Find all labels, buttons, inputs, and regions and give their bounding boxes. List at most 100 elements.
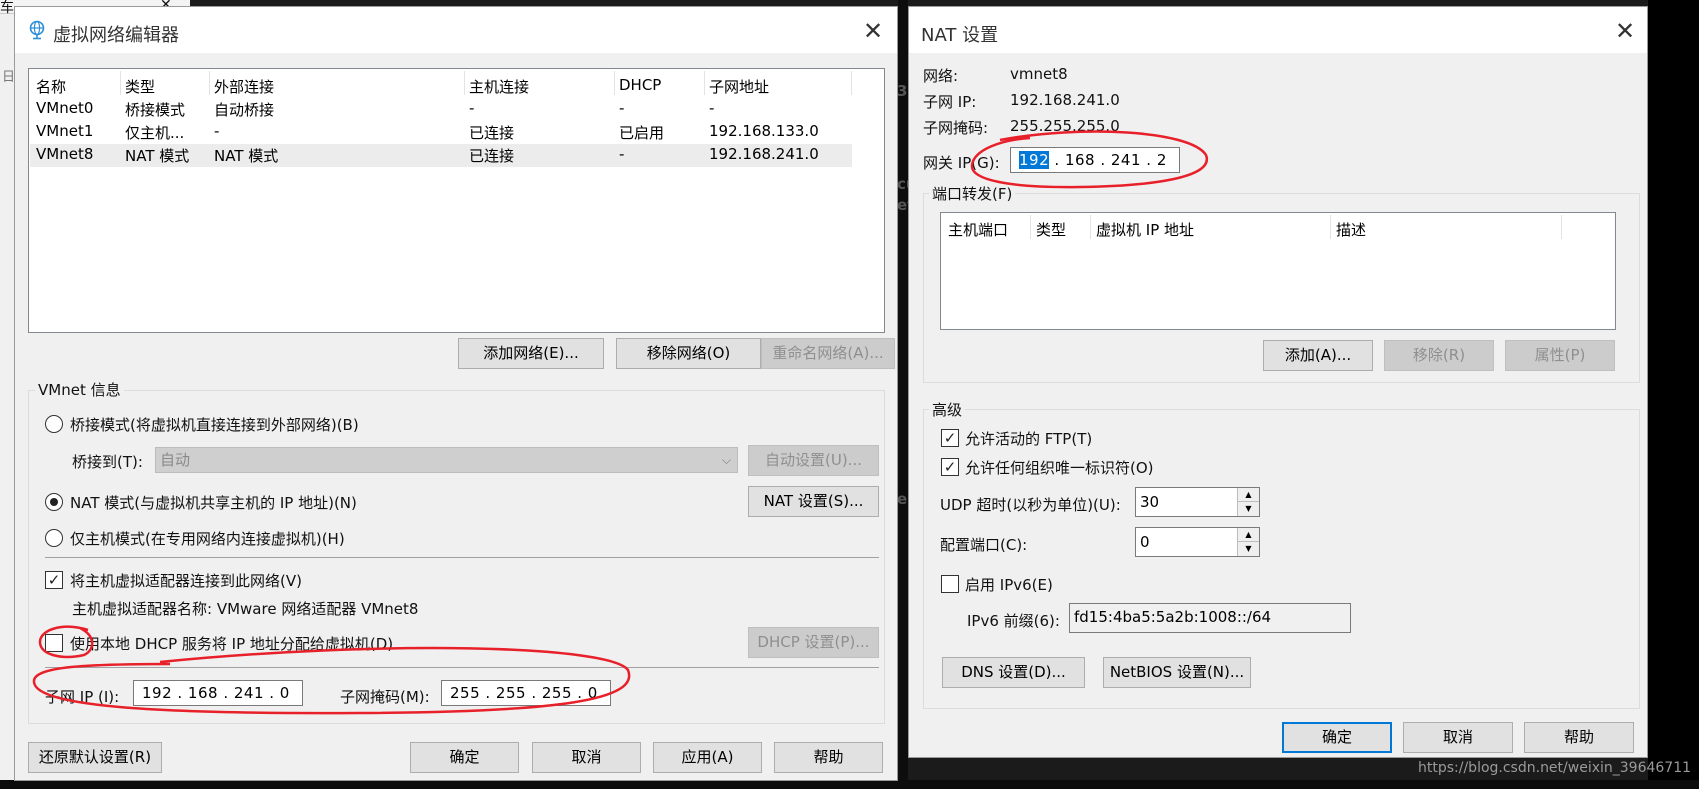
column-divider[interactable] bbox=[1561, 215, 1562, 239]
pf-column-host-port[interactable]: 主机端口 bbox=[948, 219, 1008, 240]
allow-oui-label[interactable]: 允许任何组织唯一标识符(O) bbox=[965, 457, 1154, 478]
rename-network-button[interactable]: 重命名网络(A)... bbox=[761, 338, 895, 369]
spin-down-icon[interactable]: ▼ bbox=[1238, 542, 1259, 556]
chevron-down-icon: ⌵ bbox=[721, 453, 731, 467]
cancel-button[interactable]: 取消 bbox=[532, 742, 641, 773]
pf-add-button[interactable]: 添加(A)... bbox=[1263, 340, 1373, 371]
allow-ftp-label[interactable]: 允许活动的 FTP(T) bbox=[965, 428, 1092, 449]
config-port-label: 配置端口(C): bbox=[940, 536, 1028, 554]
bridged-mode-radio[interactable] bbox=[45, 415, 63, 433]
gateway-ip-selected-octet: 192 bbox=[1019, 151, 1050, 169]
adapter-name-text: 主机虚拟适配器名称: VMware 网络适配器 VMnet8 bbox=[72, 600, 419, 618]
row-cell-dhcp: 已启用 bbox=[619, 124, 665, 142]
nat-subnet-mask-value: 255.255.255.0 bbox=[1010, 117, 1120, 135]
enable-ipv6-label[interactable]: 启用 IPv6(E) bbox=[965, 574, 1053, 595]
allow-oui-checkbox[interactable]: ✓ bbox=[941, 458, 959, 476]
nat-mode-label[interactable]: NAT 模式(与虚拟机共享主机的 IP 地址)(N) bbox=[70, 492, 357, 513]
table-row[interactable]: VMnet0 桥接模式 自动桥接 - - - bbox=[30, 98, 852, 121]
column-header-type[interactable]: 类型 bbox=[125, 76, 155, 97]
allow-ftp-checkbox[interactable]: ✓ bbox=[941, 429, 959, 447]
dhcp-settings-button[interactable]: DHCP 设置(P)... bbox=[748, 627, 879, 658]
column-header-external[interactable]: 外部连接 bbox=[214, 76, 274, 97]
column-divider[interactable] bbox=[209, 71, 210, 95]
spin-down-icon[interactable]: ▼ bbox=[1238, 502, 1259, 516]
spin-up-icon[interactable]: ▲ bbox=[1238, 488, 1259, 502]
pf-column-description[interactable]: 描述 bbox=[1336, 219, 1366, 240]
row-cell-subnet: 192.168.133.0 bbox=[709, 122, 819, 140]
host-only-radio[interactable] bbox=[45, 529, 63, 547]
apply-button[interactable]: 应用(A) bbox=[653, 742, 762, 773]
add-network-button[interactable]: 添加网络(E)... bbox=[458, 338, 604, 369]
column-divider[interactable] bbox=[1030, 215, 1031, 239]
ok-button[interactable]: 确定 bbox=[410, 742, 519, 773]
dns-settings-button[interactable]: DNS 设置(D)... bbox=[942, 657, 1085, 688]
pf-column-vm-ip[interactable]: 虚拟机 IP 地址 bbox=[1096, 219, 1194, 240]
column-divider[interactable] bbox=[1330, 215, 1331, 239]
row-cell-host: 已连接 bbox=[469, 124, 515, 142]
column-header-name[interactable]: 名称 bbox=[36, 76, 66, 97]
subnet-ip-input[interactable]: 192 . 168 . 241 . 0 bbox=[133, 680, 303, 706]
remove-network-button[interactable]: 移除网络(O) bbox=[616, 338, 761, 369]
column-divider[interactable] bbox=[614, 71, 615, 95]
row-cell-external: 自动桥接 bbox=[214, 101, 275, 119]
virtual-network-editor-dialog: 虚拟网络编辑器 ✕ 名称 类型 外部连接 主机连接 DHCP 子网地址 VMne… bbox=[14, 6, 898, 781]
column-header-subnet[interactable]: 子网地址 bbox=[709, 76, 769, 97]
row-cell-name: VMnet8 bbox=[36, 145, 94, 163]
port-forward-list[interactable]: 主机端口 类型 虚拟机 IP 地址 描述 bbox=[940, 212, 1616, 330]
host-only-label[interactable]: 仅主机模式(在专用网络内连接虚拟机)(H) bbox=[70, 528, 345, 549]
table-row-selected[interactable]: VMnet8 NAT 模式 NAT 模式 已连接 - 192.168.241.0 bbox=[30, 144, 852, 167]
udp-timeout-spinner[interactable]: 30 ▲ ▼ bbox=[1135, 487, 1260, 517]
nat-cancel-button[interactable]: 取消 bbox=[1403, 722, 1513, 753]
config-port-spinner[interactable]: 0 ▲ ▼ bbox=[1135, 527, 1260, 557]
pf-column-type[interactable]: 类型 bbox=[1036, 219, 1066, 240]
vmnet-info-title: VMnet 信息 bbox=[35, 379, 124, 400]
background-right-terminal bbox=[1648, 0, 1699, 789]
connect-adapter-label[interactable]: 将主机虚拟适配器连接到此网络(V) bbox=[70, 570, 302, 591]
column-header-host-connection[interactable]: 主机连接 bbox=[469, 76, 529, 97]
auto-settings-button[interactable]: 自动设置(U)... bbox=[748, 445, 879, 476]
pf-remove-button[interactable]: 移除(R) bbox=[1384, 340, 1494, 371]
nat-mode-radio[interactable] bbox=[45, 493, 63, 511]
nat-ok-button[interactable]: 确定 bbox=[1282, 722, 1392, 753]
pf-properties-button[interactable]: 属性(P) bbox=[1505, 340, 1615, 371]
nat-title: NAT 设置 bbox=[921, 25, 999, 46]
nat-subnet-ip-label: 子网 IP: bbox=[923, 93, 977, 111]
gateway-ip-input[interactable]: 192 . 168 . 241 . 2 bbox=[1010, 147, 1180, 173]
bridge-to-select[interactable]: 自动 ⌵ bbox=[155, 447, 738, 473]
column-divider[interactable] bbox=[1090, 215, 1091, 239]
nat-subnet-mask-label: 子网掩码: bbox=[923, 119, 989, 137]
gateway-ip-label: 网关 IP(G): bbox=[923, 154, 1000, 172]
netbios-settings-button[interactable]: NetBIOS 设置(N)... bbox=[1103, 657, 1251, 688]
column-divider[interactable] bbox=[120, 71, 121, 95]
advanced-title: 高级 bbox=[929, 399, 966, 420]
vne-close-icon[interactable]: ✕ bbox=[859, 19, 887, 47]
row-cell-host: - bbox=[469, 99, 475, 117]
enable-ipv6-checkbox[interactable] bbox=[941, 575, 959, 593]
nat-settings-dialog: NAT 设置 ✕ 网络: vmnet8 子网 IP: 192.168.241.0… bbox=[908, 6, 1648, 758]
help-button[interactable]: 帮助 bbox=[774, 742, 883, 773]
nat-settings-button[interactable]: NAT 设置(S)... bbox=[748, 486, 879, 517]
network-list[interactable]: 名称 类型 外部连接 主机连接 DHCP 子网地址 VMnet0 桥接模式 自动… bbox=[28, 68, 885, 333]
bridge-to-value: 自动 bbox=[160, 451, 191, 469]
restore-defaults-button[interactable]: 还原默认设置(R) bbox=[28, 742, 162, 773]
bridged-mode-label[interactable]: 桥接模式(将虚拟机直接连接到外部网络)(B) bbox=[70, 414, 359, 435]
connect-adapter-checkbox[interactable]: ✓ bbox=[45, 571, 63, 589]
spin-up-icon[interactable]: ▲ bbox=[1238, 528, 1259, 542]
subnet-mask-input[interactable]: 255 . 255 . 255 . 0 bbox=[441, 680, 611, 706]
column-header-dhcp[interactable]: DHCP bbox=[619, 76, 661, 94]
column-divider[interactable] bbox=[851, 71, 852, 95]
table-row[interactable]: VMnet1 仅主机... - 已连接 已启用 192.168.133.0 bbox=[30, 121, 852, 144]
dhcp-checkbox[interactable] bbox=[45, 634, 63, 652]
background-tab-glyph: 车 bbox=[0, 0, 14, 16]
gateway-ip-rest: . 168 . 241 . 2 bbox=[1049, 151, 1167, 169]
nat-help-button[interactable]: 帮助 bbox=[1524, 722, 1634, 753]
column-divider[interactable] bbox=[464, 71, 465, 95]
column-divider[interactable] bbox=[704, 71, 705, 95]
bridge-to-label: 桥接到(T): bbox=[72, 453, 143, 471]
network-globe-icon bbox=[29, 20, 45, 40]
dhcp-label[interactable]: 使用本地 DHCP 服务将 IP 地址分配给虚拟机(D) bbox=[70, 633, 393, 654]
ipv6-prefix-input[interactable]: fd15:4ba5:5a2b:1008::/64 bbox=[1069, 603, 1351, 633]
nat-close-icon[interactable]: ✕ bbox=[1611, 19, 1639, 47]
nat-titlebar: NAT 设置 ✕ bbox=[909, 7, 1647, 53]
row-cell-name: VMnet0 bbox=[36, 99, 94, 117]
